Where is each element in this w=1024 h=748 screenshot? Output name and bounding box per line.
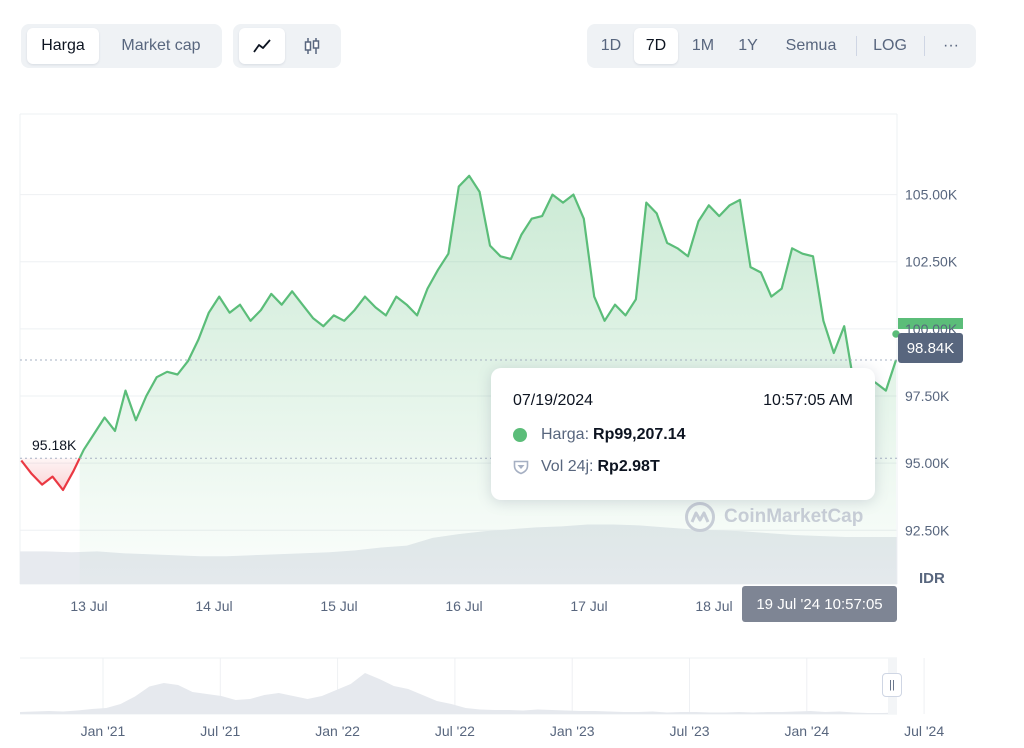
navigator-tick-label: Jan '23 [550, 723, 595, 739]
navigator-tick-label: Jan '21 [81, 723, 126, 739]
navigator-handle[interactable]: || [882, 673, 902, 697]
tooltip-price-label: Harga: [541, 426, 590, 443]
current-price-badge: 98.84K [898, 333, 963, 363]
hover-date-badge: 19 Jul '24 10:57:05 [742, 586, 897, 622]
tooltip-time: 10:57:05 AM [763, 392, 853, 409]
x-tick-label: 16 Jul [445, 598, 482, 614]
navigator-tick-label: Jan '24 [784, 723, 829, 739]
y-tick-label: 105.00K [905, 187, 958, 203]
tooltip-volume-row: Vol 24j: Rp2.98T [513, 458, 660, 476]
tooltip-volume-value: Rp2.98T [597, 458, 660, 475]
y-tick-label: 95.00K [905, 455, 950, 471]
tooltip-price-row: Harga: Rp99,207.14 [513, 426, 686, 444]
navigator-tick-label: Jul '24 [904, 723, 944, 739]
tooltip-volume-label: Vol 24j: [541, 458, 594, 475]
coinmarketcap-logo-icon [685, 502, 715, 532]
y-tick-label: 92.50K [905, 522, 950, 538]
x-tick-label: 17 Jul [570, 598, 607, 614]
y-tick-label: 97.50K [905, 388, 950, 404]
watermark: CoinMarketCap [684, 501, 863, 533]
navigator-tick-label: Jul '22 [435, 723, 475, 739]
price-dot-icon [513, 428, 527, 442]
volume-shield-icon [513, 460, 529, 475]
currency-label: IDR [919, 570, 945, 587]
chart-tooltip: 07/19/2024 10:57:05 AM Harga: Rp99,207.1… [491, 368, 875, 500]
tooltip-price-value: Rp99,207.14 [593, 426, 686, 443]
watermark-text: CoinMarketCap [724, 506, 864, 527]
navigator-volume-area [20, 673, 897, 714]
start-price-label: 95.18K [30, 437, 79, 453]
y-tick-label: 102.50K [905, 254, 958, 270]
navigator-tick-label: Jul '23 [669, 723, 709, 739]
x-tick-label: 15 Jul [320, 598, 357, 614]
navigator-tick-label: Jan '22 [315, 723, 360, 739]
x-tick-label: 13 Jul [70, 598, 107, 614]
x-tick-label: 18 Jul [695, 598, 732, 614]
tooltip-date: 07/19/2024 [513, 392, 594, 409]
navigator-tick-label: Jul '21 [200, 723, 240, 739]
x-tick-label: 14 Jul [195, 598, 232, 614]
